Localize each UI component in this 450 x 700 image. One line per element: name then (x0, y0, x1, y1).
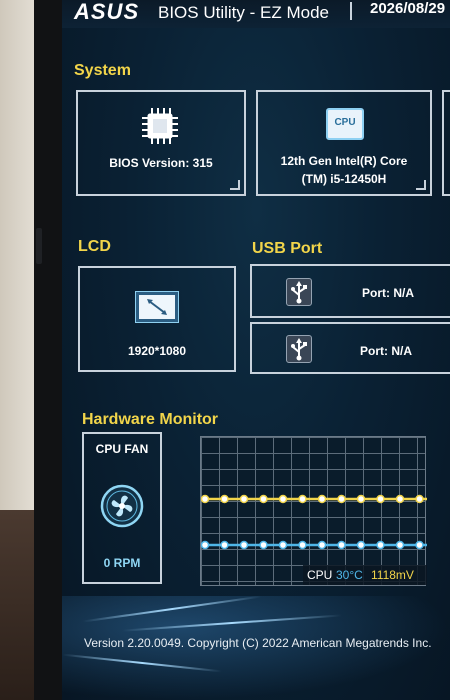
cpu-fan-rpm: 0 RPM (103, 556, 141, 570)
temperature-trace-marker (356, 540, 366, 550)
asus-logo: ASUS (74, 0, 140, 24)
temperature-trace-marker (337, 540, 346, 550)
usb-port-row-1[interactable]: Port: N/A (250, 264, 450, 318)
voltage-trace-marker (317, 494, 327, 504)
temperature-trace-marker (278, 540, 288, 550)
lcd-panel[interactable]: 1920*1080 (78, 266, 236, 372)
temperature-trace-marker (415, 540, 424, 550)
usb-icon (286, 335, 312, 363)
cpu-temperature: 30°C (336, 568, 363, 582)
usb-port-row-2[interactable]: Port: N/A (250, 322, 450, 374)
cpu-icon-label: CPU (334, 117, 356, 128)
cpu-fan-panel[interactable]: CPU FAN 0 RPM (82, 432, 162, 584)
section-title-system: System (74, 62, 131, 79)
voltage-trace-marker (337, 494, 346, 504)
cpu-name-line1: 12th Gen Intel(R) Core (280, 154, 408, 168)
memory-panel-partial[interactable] (442, 90, 450, 196)
voltage-trace-marker (376, 494, 385, 504)
usb-icon (286, 278, 312, 306)
expand-corner-icon (230, 180, 240, 190)
footer-copyright: Version 2.20.0049. Copyright (C) 2022 Am… (84, 636, 432, 650)
temperature-trace-marker (220, 540, 229, 550)
temperature-trace-marker (376, 540, 385, 550)
temperature-trace-marker (259, 540, 268, 550)
bios-screen: ASUS BIOS Utility - EZ Mode 2026/08/29 S… (62, 0, 450, 700)
hardware-monitor-graph: CPU 30°C 1118mV (200, 436, 427, 586)
header-bar: ASUS BIOS Utility - EZ Mode 2026/08/29 (62, 0, 450, 28)
temperature-trace-marker (239, 540, 249, 550)
temperature-trace-marker (317, 540, 327, 550)
voltage-trace-marker (220, 494, 229, 504)
display-resolution-icon (136, 292, 178, 322)
cpu-voltage: 1118mV (371, 568, 414, 582)
chip-icon (142, 108, 178, 144)
temperature-trace-marker (395, 540, 405, 550)
cpu-readout: CPU 30°C 1118mV (303, 565, 427, 585)
usb-port-1-status: Port: N/A (362, 286, 414, 300)
cpu-readout-label: CPU (307, 568, 333, 582)
section-title-hardware-monitor: Hardware Monitor (82, 411, 219, 428)
cpu-icon: CPU (326, 108, 364, 140)
voltage-trace-marker (415, 494, 424, 504)
header-divider (350, 2, 352, 20)
cpu-info-panel[interactable]: CPU 12th Gen Intel(R) Core (TM) i5-12450… (256, 90, 432, 196)
cpu-fan-label: CPU FAN (95, 442, 149, 456)
voltage-trace-marker (201, 494, 210, 504)
bios-version-panel[interactable]: BIOS Version: 315 (76, 90, 246, 196)
page-title: BIOS Utility - EZ Mode (158, 3, 329, 22)
voltage-trace-marker (239, 494, 249, 504)
voltage-trace-marker (395, 494, 405, 504)
voltage-trace-marker (298, 494, 307, 504)
lcd-resolution: 1920*1080 (127, 344, 187, 358)
bezel-notch (36, 228, 42, 264)
bios-version-label: BIOS Version: 315 (109, 156, 213, 170)
expand-corner-icon (416, 180, 426, 190)
voltage-trace-marker (356, 494, 366, 504)
date-display: 2026/08/29 (370, 0, 446, 17)
temperature-trace-marker (201, 540, 210, 550)
cpu-name-line2: (TM) i5-12450H (301, 172, 387, 186)
section-title-usb: USB Port (252, 240, 323, 257)
section-title-lcd: LCD (78, 238, 111, 255)
fan-icon (100, 484, 144, 528)
voltage-trace-marker (259, 494, 268, 504)
usb-port-2-status: Port: N/A (360, 344, 412, 358)
voltage-trace-marker (278, 494, 288, 504)
temperature-trace-marker (298, 540, 307, 550)
